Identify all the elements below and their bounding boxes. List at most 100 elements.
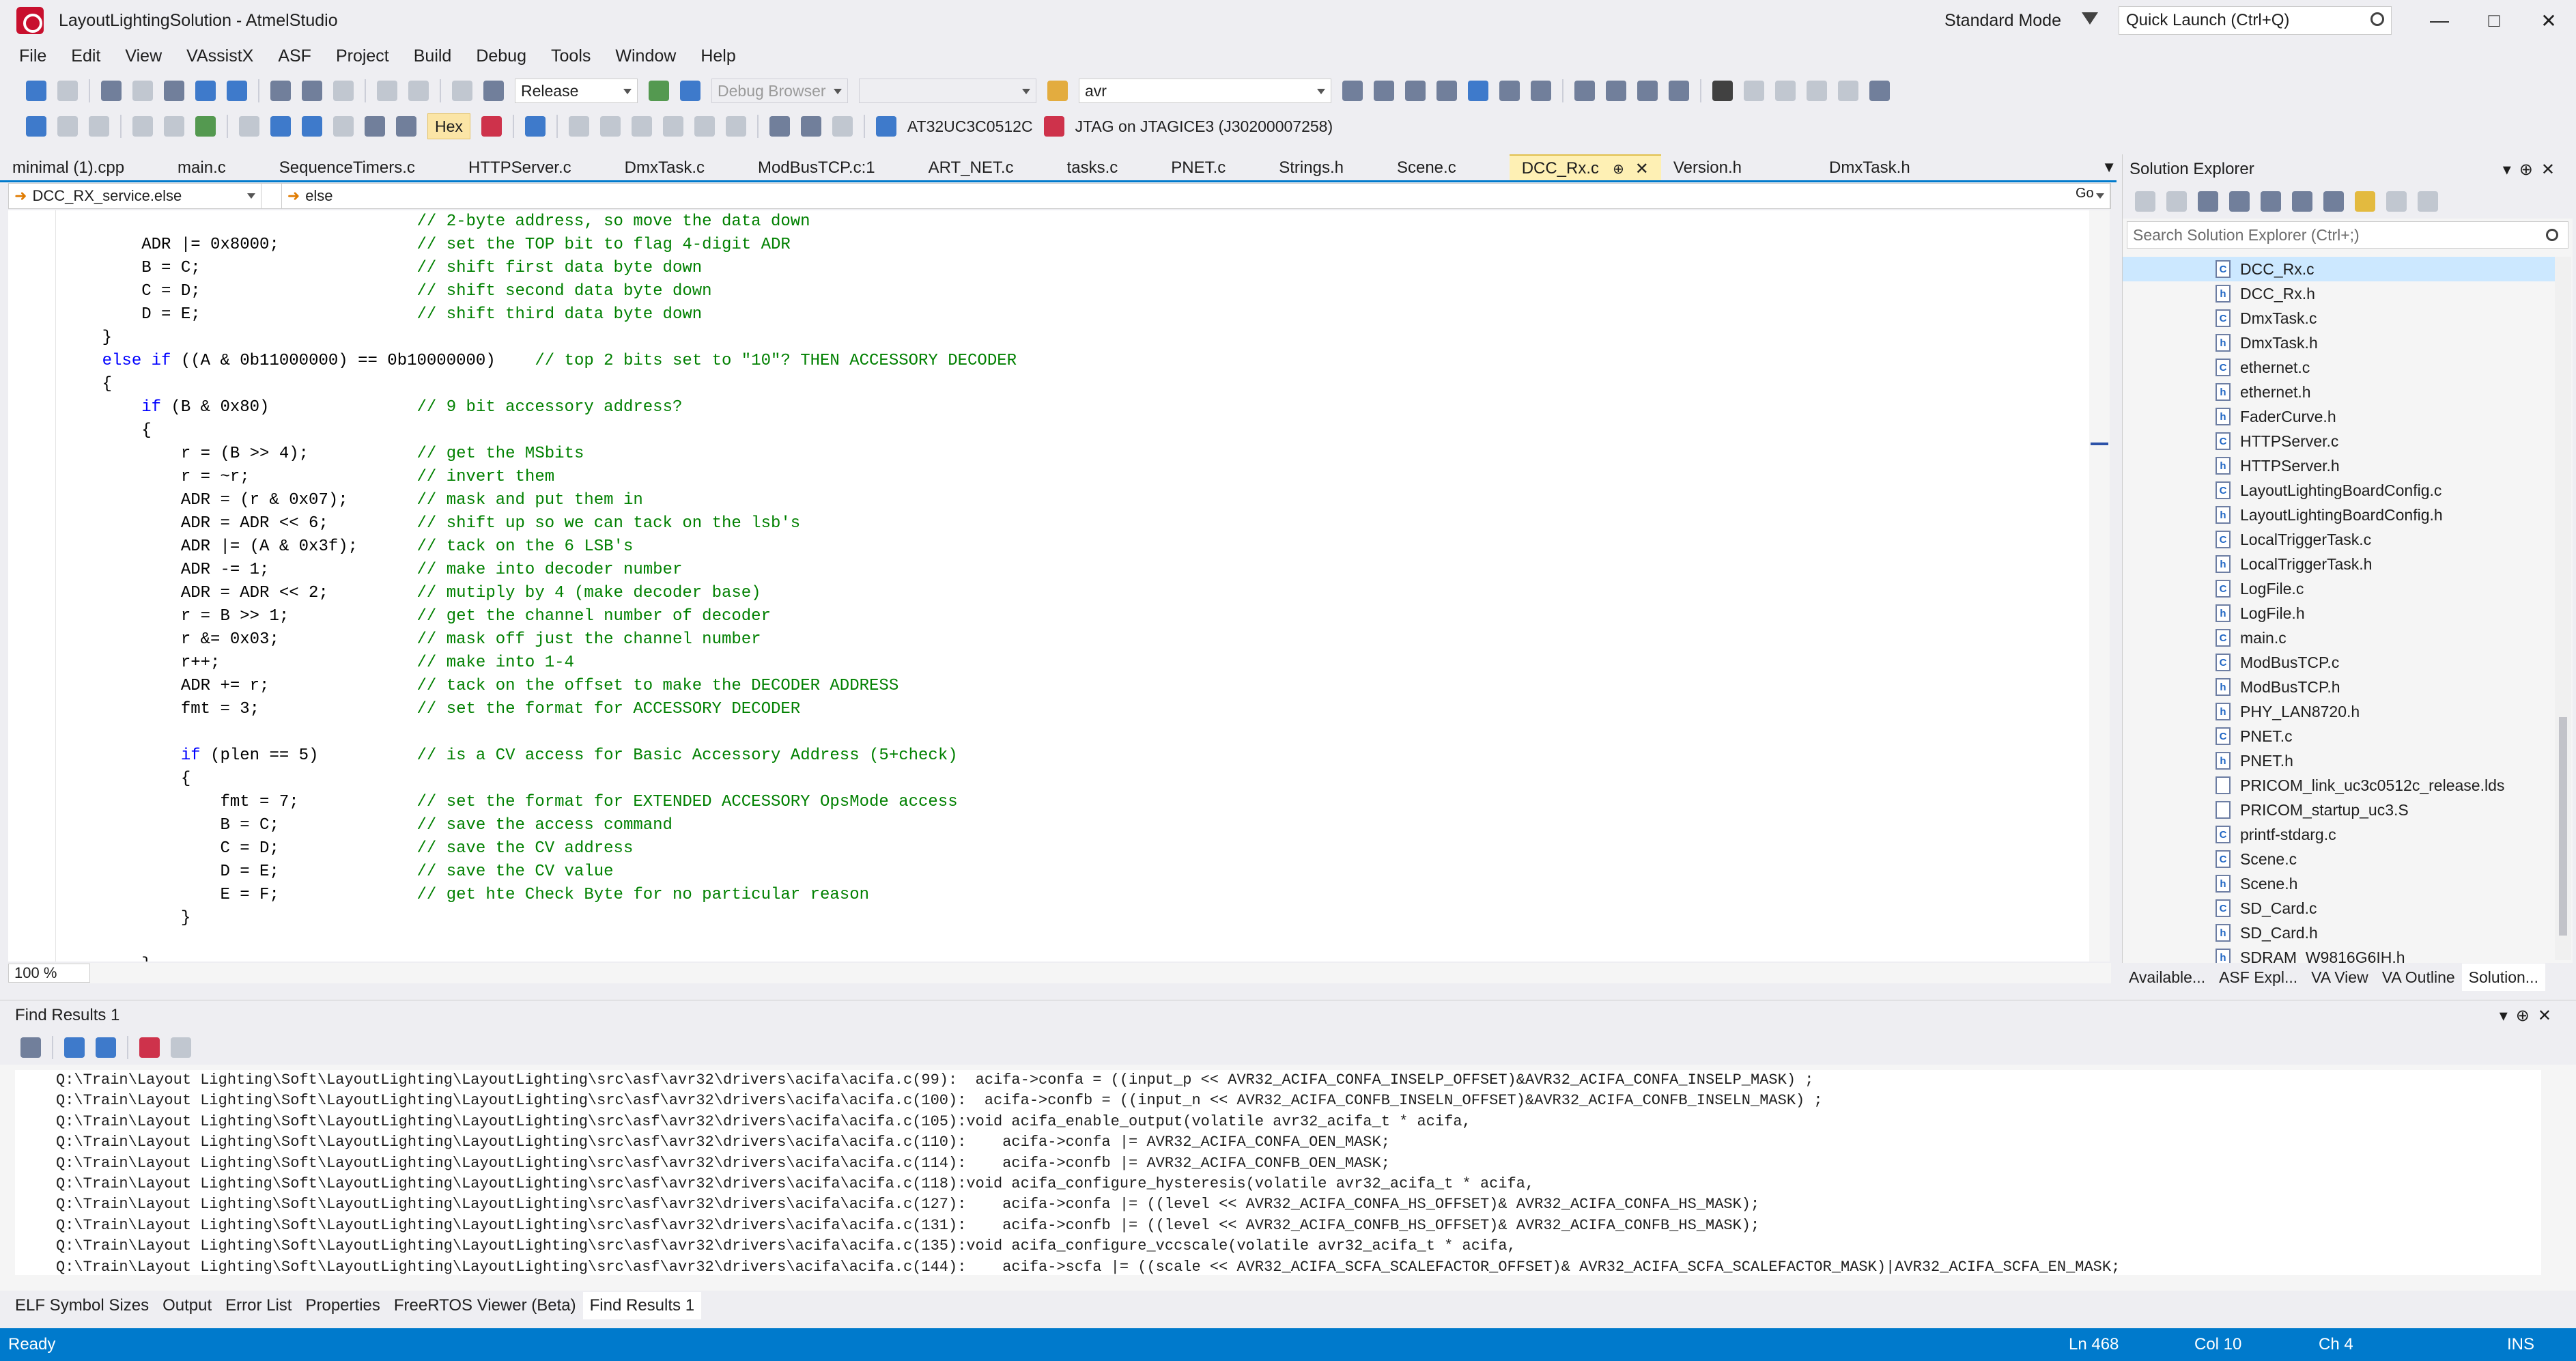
solution-scroll-thumb[interactable] (2559, 717, 2567, 936)
doc-tab[interactable]: Scene.c (1356, 154, 1469, 182)
forward-icon[interactable] (57, 81, 78, 101)
close-icon[interactable]: ✕ (2538, 1007, 2560, 1025)
code-line[interactable]: C = D; // shift second data byte down (63, 280, 1017, 303)
doc-tab[interactable]: minimal (1).cpp (0, 154, 137, 182)
solution-file-item[interactable]: C LogFile.c (2123, 576, 2560, 601)
find-result-line[interactable]: Q:\Train\Layout Lighting\Soft\LayoutLigh… (56, 1236, 2541, 1257)
code-line[interactable]: // 2-byte address, so move the data down (63, 210, 1017, 234)
code-line[interactable]: } (63, 953, 1017, 962)
menu-file[interactable]: File (7, 46, 59, 66)
open-file-icon[interactable] (164, 81, 184, 101)
start-debugging-break-icon[interactable] (26, 116, 46, 137)
solution-file-item[interactable]: C Scene.c (2123, 847, 2560, 871)
uncomment-icon[interactable] (1669, 81, 1689, 101)
solution-file-item[interactable]: Cmain.c (2123, 626, 2560, 650)
code-line[interactable]: E = F; // get hte Check Byte for no part… (63, 884, 1017, 907)
solution-file-item[interactable]: h SD_Card.h (2123, 921, 2560, 945)
doc-tab[interactable]: ModBusTCP.c:1 (717, 154, 888, 182)
solution-file-item[interactable]: h ModBusTCP.h (2123, 675, 2560, 699)
doc-tab[interactable]: SequenceTimers.c (238, 154, 427, 182)
tab-properties[interactable]: Properties (298, 1292, 386, 1319)
code-editor[interactable]: // 2-byte address, so move the data down… (8, 210, 2101, 962)
code-line[interactable]: fmt = 7; // set the format for EXTENDED … (63, 791, 1017, 814)
find-result-line[interactable]: Q:\Train\Layout Lighting\Soft\LayoutLigh… (56, 1091, 2541, 1111)
solution-file-item[interactable]: h Scene.h (2123, 871, 2560, 896)
code-line[interactable]: { (63, 768, 1017, 791)
find-result-line[interactable]: Q:\Train\Layout Lighting\Soft\LayoutLigh… (56, 1194, 2541, 1215)
clear-bookmarks-icon[interactable] (1869, 81, 1890, 101)
quick-launch-input[interactable]: Quick Launch (Ctrl+Q) (2119, 6, 2392, 35)
sync-icon[interactable] (2386, 191, 2407, 212)
wrench-icon[interactable] (1374, 81, 1394, 101)
prev-bookmark-folder-icon[interactable] (1807, 81, 1827, 101)
step-into-icon[interactable] (270, 116, 291, 137)
solution-file-item[interactable]: h LayoutLightingBoardConfig.h (2123, 503, 2560, 527)
home-icon[interactable] (2198, 191, 2218, 212)
window-position-icon[interactable]: ▾ (2503, 160, 2519, 179)
code-line[interactable]: B = C; // save the access command (63, 814, 1017, 837)
solution-file-item[interactable]: PRICOM_link_uc3c0512c_release.lds (2123, 773, 2560, 798)
find-result-line[interactable]: Q:\Train\Layout Lighting\Soft\LayoutLigh… (56, 1216, 2541, 1236)
pin-icon[interactable]: ⊕ (1613, 160, 1624, 178)
solution-file-item[interactable]: C SD_Card.c (2123, 896, 2560, 921)
filter-icon[interactable] (2082, 12, 2098, 29)
find-result-line[interactable]: Q:\Train\Layout Lighting\Soft\LayoutLigh… (56, 1174, 2541, 1194)
go-button[interactable]: Go (2076, 186, 2094, 201)
tab-available[interactable]: Available... (2122, 968, 2212, 987)
code-line[interactable]: C = D; // save the CV address (63, 837, 1017, 860)
solution-file-item[interactable]: C DCC_Rx.c (2123, 257, 2560, 281)
auto-hide-icon[interactable]: ⊕ (2519, 160, 2541, 179)
doc-tab[interactable]: DmxTask.c (584, 154, 717, 182)
chip-icon[interactable] (1436, 81, 1457, 101)
solution-file-item[interactable]: PRICOM_startup_uc3.S (2123, 798, 2560, 822)
redo-icon[interactable] (408, 81, 429, 101)
find-result-line[interactable]: Q:\Train\Layout Lighting\Soft\LayoutLigh… (56, 1153, 2541, 1174)
extension-icon[interactable] (1499, 81, 1520, 101)
code-line[interactable]: } (63, 907, 1017, 930)
code-line[interactable]: D = E; // shift third data byte down (63, 303, 1017, 326)
clear-all-icon[interactable] (139, 1037, 160, 1058)
solution-file-item[interactable]: h DCC_Rx.h (2123, 281, 2560, 306)
code-line[interactable]: ADR = ADR << 2; // mutiply by 4 (make de… (63, 582, 1017, 605)
io-view-icon[interactable] (662, 116, 683, 137)
search-icon[interactable] (2370, 12, 2384, 26)
code-line[interactable]: r &= 0x03; // mask off just the channel … (63, 628, 1017, 651)
code-line[interactable]: ADR += r; // tack on the offset to make … (63, 675, 1017, 698)
member-select[interactable]: ➜ else (282, 184, 2110, 208)
view-code-icon[interactable] (2418, 191, 2438, 212)
code-line[interactable]: D = E; // save the CV value (63, 860, 1017, 884)
solution-file-item[interactable]: C DmxTask.c (2123, 306, 2560, 331)
split-icon[interactable] (261, 184, 282, 208)
indent-icon[interactable] (1574, 81, 1595, 101)
code-line[interactable]: ADR = (r & 0x07); // mask and put them i… (63, 489, 1017, 512)
disassembly-icon[interactable] (568, 116, 589, 137)
pointer-icon[interactable] (365, 116, 385, 137)
tab-output[interactable]: Output (156, 1292, 218, 1319)
zoom-select[interactable]: 100 % (8, 964, 90, 983)
tab-va-outline[interactable]: VA Outline (2375, 968, 2462, 987)
code-line[interactable]: { (63, 373, 1017, 396)
solution-search-input[interactable]: Search Solution Explorer (Ctrl+;) (2127, 221, 2568, 249)
menu-tools[interactable]: Tools (539, 46, 603, 66)
menu-vassistx[interactable]: VAssistX (174, 46, 266, 66)
close-icon[interactable]: ✕ (2541, 160, 2563, 179)
code-line[interactable]: if (B & 0x80) // 9 bit accessory address… (63, 396, 1017, 419)
tab-solution[interactable]: Solution... (2461, 964, 2545, 991)
tool-label[interactable]: JTAG on JTAGICE3 (J30200007258) (1075, 117, 1333, 136)
breakpoints-window-icon[interactable] (524, 116, 546, 137)
rebuild-icon[interactable] (800, 116, 821, 137)
paste-icon[interactable] (333, 81, 354, 101)
find-result-line[interactable]: Q:\Train\Layout Lighting\Soft\LayoutLigh… (56, 1112, 2541, 1132)
solution-file-item[interactable]: C ModBusTCP.c (2123, 650, 2560, 675)
solution-platform-icon[interactable] (452, 81, 472, 101)
previous-result-icon[interactable] (64, 1037, 85, 1058)
doc-tab[interactable]: tasks.c (1026, 154, 1131, 182)
code-line[interactable]: if (plen == 5) // is a CV access for Bas… (63, 744, 1017, 768)
find-results-list[interactable]: Q:\Train\Layout Lighting\Soft\LayoutLigh… (15, 1070, 2541, 1275)
run-to-cursor-icon[interactable] (132, 116, 153, 137)
step-over-icon[interactable] (302, 116, 322, 137)
code-line[interactable]: r = B >> 1; // get the channel number of… (63, 605, 1017, 628)
debug-browser-select[interactable]: Debug Browser (711, 79, 848, 103)
solution-file-item[interactable]: h ethernet.h (2123, 380, 2560, 404)
asf-wizard-icon[interactable] (1405, 81, 1426, 101)
